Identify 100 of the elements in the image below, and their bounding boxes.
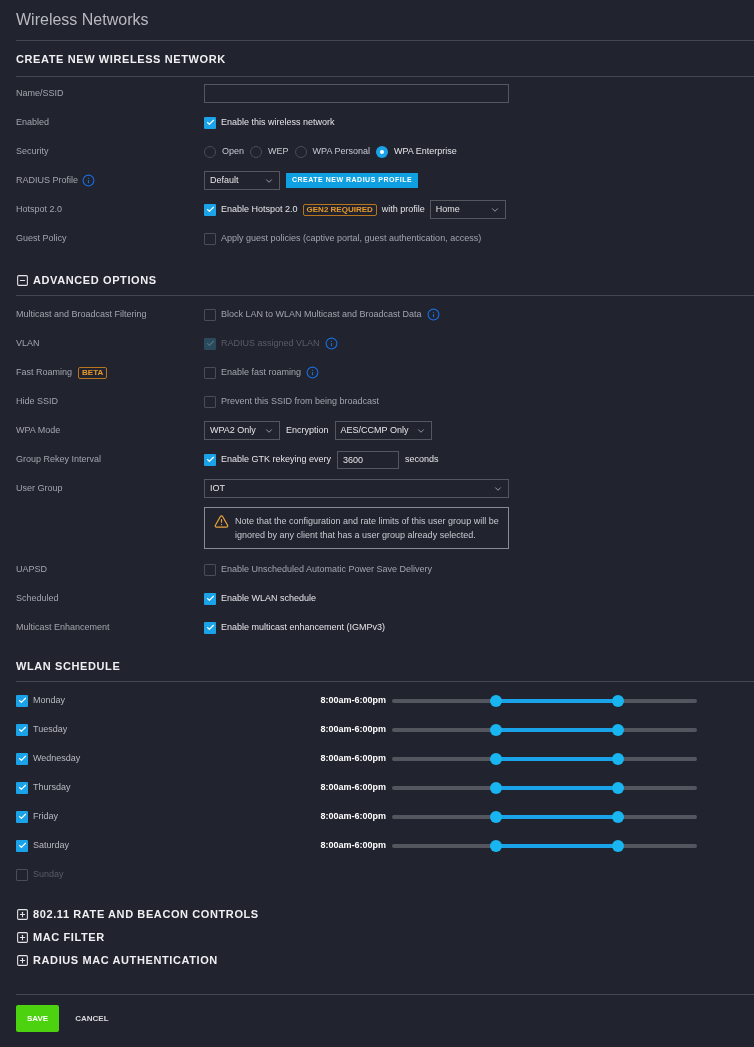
day-label: Monday [33,693,66,707]
checkmark-icon [17,783,27,792]
checkbox[interactable] [16,839,28,852]
checkbox-label: Enable WLAN schedule [221,591,317,605]
slider-thumb[interactable] [611,694,624,707]
time-slider[interactable] [392,723,697,736]
checkbox-label: Enable Hotspot 2.0 [221,202,298,216]
time-range: 8:00am-6:00pm [319,722,386,736]
time-slider[interactable] [392,781,697,794]
radio-button[interactable] [375,145,388,158]
input-field[interactable] [204,84,509,103]
checkbox-label: Block LAN to WLAN Multicast and Broadcast Data [221,307,422,321]
field-label: Scheduled [16,591,59,605]
slider-thumb[interactable] [611,810,624,823]
day-label: Saturday [33,838,70,852]
field-label: Guest Policy [16,231,67,245]
collapse-icon[interactable] [16,274,29,287]
checkmark-icon [17,725,27,734]
dropdown[interactable]: Home [429,200,506,219]
checkbox[interactable] [204,116,216,129]
field-label: VLAN [16,336,40,350]
radio-label: WPA Personal [312,144,370,158]
checkbox[interactable] [204,366,216,379]
section-heading[interactable]: 802.11 RATE AND BEACON CONTROLS [33,905,259,923]
checkbox-label: Enable GTK rekeying every [221,452,332,466]
expand-icon[interactable] [16,930,29,944]
profile-label: with profile [381,202,425,216]
slider-thumb[interactable] [489,694,502,707]
checkmark-icon [17,812,27,821]
slider-thumb[interactable] [611,723,624,736]
field-label: Multicast Enhancement [16,620,110,634]
checkbox[interactable] [16,752,28,765]
checkbox-label: Apply guest policies (captive portal, guest authentication, access) [221,231,482,245]
time-slider[interactable] [392,752,697,765]
checkbox[interactable] [204,232,216,245]
checkbox-label: Enable multicast enhancement (IGMPv3) [221,620,386,634]
checkmark-icon [205,623,215,632]
checkbox[interactable] [16,810,28,823]
field-label: RADIUS Profile [16,173,78,187]
slider-thumb[interactable] [489,810,502,823]
field-label: Enabled [16,115,50,129]
day-label: Wednesday [33,751,81,765]
checkmark-icon [205,455,215,464]
checkbox[interactable] [204,395,216,408]
slider-thumb[interactable] [489,723,502,736]
checkbox[interactable] [16,781,28,794]
day-label: Tuesday [33,722,68,736]
badge: GEN2 REQUIRED [302,203,377,216]
time-range: 8:00am-6:00pm [319,838,386,852]
checkbox[interactable] [16,694,28,707]
input-field[interactable]: 3600 [337,450,400,469]
time-range: 8:00am-6:00pm [319,809,386,823]
slider-thumb[interactable] [611,781,624,794]
time-slider[interactable] [392,810,697,823]
section-heading[interactable]: MAC FILTER [33,928,105,946]
checkbox-label: Prevent this SSID from being broadcast [221,394,380,408]
section-heading: ADVANCED OPTIONS [33,273,157,289]
warning-icon [214,514,229,529]
checkbox-label: Enable this wireless network [221,115,335,129]
field-label: Security [16,144,49,158]
checkbox[interactable] [16,868,28,881]
dropdown[interactable]: Default [204,171,280,190]
checkbox[interactable] [204,308,216,321]
dropdown[interactable]: AES/CCMP Only [334,421,432,440]
dropdown[interactable]: WPA2 Only [204,421,280,440]
slider-thumb[interactable] [489,839,502,852]
checkbox[interactable] [204,453,216,466]
checkbox[interactable] [204,592,216,605]
checkbox-label: Enable Unscheduled Automatic Power Save Delivery [221,562,433,576]
cancel-button[interactable]: CANCEL [73,1005,111,1032]
checkbox[interactable] [204,563,216,576]
time-slider[interactable] [392,694,697,707]
checkbox-label: Enable fast roaming [221,365,302,379]
field-label: Multicast and Broadcast Filtering [16,307,147,321]
checkbox[interactable] [204,203,216,216]
checkmark-icon [17,696,27,705]
section-heading[interactable]: RADIUS MAC AUTHENTICATION [33,951,218,969]
expand-icon[interactable] [16,907,29,921]
checkmark-icon [17,841,27,850]
checkbox[interactable] [16,723,28,736]
radio-label: Open [222,144,245,158]
section-heading: CREATE NEW WIRELESS NETWORK [16,52,226,68]
field-label: Fast Roaming [16,365,73,379]
radio-label: WEP [268,144,289,158]
field-label: Hotspot 2.0 [16,202,63,216]
checkmark-icon [205,205,215,214]
dropdown[interactable]: IOT [204,479,509,498]
checkbox[interactable] [204,621,216,634]
slider-thumb[interactable] [611,839,624,852]
slider-thumb[interactable] [489,781,502,794]
expand-icon[interactable] [16,953,29,967]
section-heading: WLAN SCHEDULE [16,659,121,675]
slider-thumb[interactable] [489,752,502,765]
checkmark-icon [205,594,215,603]
field-label: WPA Mode [16,423,61,437]
slider-thumb[interactable] [611,752,624,765]
field-label: User Group [16,481,63,495]
time-slider[interactable] [392,839,697,852]
time-range: 8:00am-6:00pm [319,693,386,707]
page-title: Wireless Networks [16,10,149,30]
